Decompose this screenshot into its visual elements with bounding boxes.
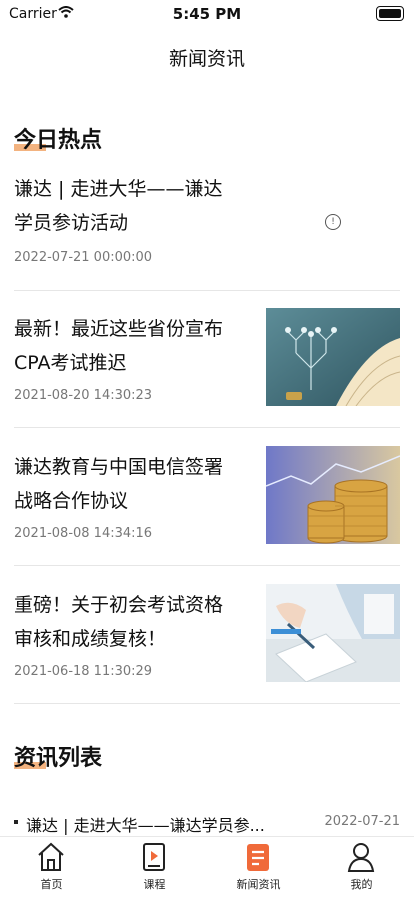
tab-label: 首页	[40, 878, 63, 891]
news-title: 谦达 | 走进大华——谦达 学员参访活动	[14, 178, 223, 234]
news-date: 2022-07-21 00:00:00	[14, 250, 153, 265]
divider	[14, 703, 400, 704]
clock: 5:45 PM	[172, 5, 242, 23]
tab-label: 我的	[350, 878, 373, 891]
news-date: 2021-08-08 14:34:16	[14, 526, 153, 541]
list-item-title: 谦达 | 走进大华——谦达学员参...	[26, 816, 265, 835]
battery-icon	[376, 6, 404, 21]
status-bar: Carrier 5:45 PM	[0, 0, 414, 32]
news-title: 最新！最近这些省份宣布 CPA考试推迟	[14, 318, 224, 374]
bullet	[14, 820, 18, 824]
tab-news[interactable]: 新闻资讯	[207, 837, 310, 897]
news-thumbnail	[266, 584, 400, 682]
tab-courses[interactable]: 课程	[103, 837, 206, 897]
tab-label: 新闻资讯	[236, 878, 281, 891]
news-icon	[247, 844, 269, 871]
news-thumbnail	[266, 446, 400, 544]
person-icon	[347, 843, 375, 872]
list-section-title: 资讯列表	[14, 740, 102, 772]
info-icon: !	[325, 214, 341, 230]
news-title: 谦达教育与中国电信签署 战略合作协议	[14, 456, 224, 512]
news-item[interactable]: 谦达 | 走进大华——谦达 学员参访活动 2022-07-21 00:00:00 …	[14, 172, 400, 282]
divider	[14, 290, 400, 291]
news-thumbnail	[266, 308, 400, 406]
tab-label: 课程	[143, 878, 166, 891]
news-item[interactable]: 最新！最近这些省份宣布 CPA考试推迟 2021-08-20 14:30:23	[14, 308, 400, 418]
divider	[14, 427, 400, 428]
news-item[interactable]: 谦达教育与中国电信签署 战略合作协议 2021-08-08 14:34:16	[14, 446, 400, 556]
news-item[interactable]: 重磅！关于初会考试资格 审核和成绩复核！ 2021-06-18 11:30:29	[14, 584, 400, 694]
news-date: 2021-08-20 14:30:23	[14, 388, 153, 403]
home-icon	[38, 842, 64, 871]
play-book-icon	[143, 843, 165, 871]
tab-bar: 首页 课程 新闻资讯 我的	[0, 836, 414, 897]
news-date: 2021-06-18 11:30:29	[14, 664, 153, 679]
list-item-date: 2022-07-21	[324, 814, 400, 829]
hot-section-title: 今日热点	[14, 122, 102, 154]
hot-section-label: 今日热点	[14, 128, 103, 153]
tab-home[interactable]: 首页	[0, 837, 103, 897]
list-section-label: 资讯列表	[14, 746, 103, 771]
news-title: 重磅！关于初会考试资格 审核和成绩复核！	[14, 594, 224, 650]
tab-profile[interactable]: 我的	[310, 837, 413, 897]
page-title: 新闻资讯	[168, 48, 245, 70]
divider	[14, 565, 400, 566]
